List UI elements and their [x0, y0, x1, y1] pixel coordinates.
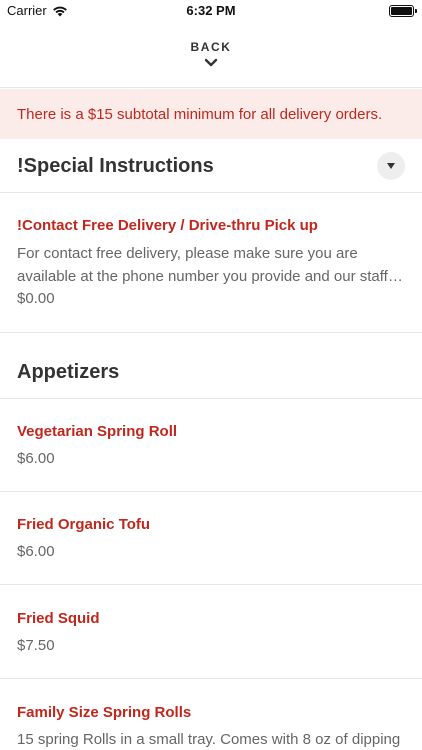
item-price: $0.00 — [17, 290, 55, 307]
section-title: Appetizers — [17, 361, 120, 383]
section-header-special-instructions[interactable]: !Special Instructions — [0, 139, 422, 193]
menu-item[interactable]: Family Size Spring Rolls 15 spring Rolls… — [0, 679, 422, 750]
item-name: Vegetarian Spring Roll — [17, 423, 178, 440]
item-price: $6.00 — [17, 450, 55, 467]
menu-item[interactable]: !Contact Free Delivery / Drive-thru Pick… — [0, 193, 422, 333]
clock: 6:32 PM — [186, 3, 236, 18]
item-description: 15 spring Rolls in a small tray. Comes w… — [17, 731, 401, 748]
item-name: Fried Squid — [17, 610, 100, 627]
caret-down-icon — [387, 163, 395, 169]
battery-icon — [389, 5, 417, 17]
status-bar: Carrier 6:32 PM — [0, 0, 422, 22]
back-button[interactable]: BACK — [0, 22, 422, 88]
item-description: For contact free delivery, please make s… — [17, 245, 388, 285]
banner-text: There is a $15 subtotal minimum for all … — [17, 105, 383, 123]
item-price: $6.00 — [17, 543, 55, 560]
delivery-minimum-banner: There is a $15 subtotal minimum for all … — [0, 89, 422, 139]
back-label: BACK — [190, 40, 232, 54]
menu-item[interactable]: Fried Squid $7.50 — [0, 585, 422, 679]
chevron-down-icon — [204, 58, 218, 67]
section-title: !Special Instructions — [17, 155, 214, 177]
item-name: !Contact Free Delivery / Drive-thru Pick… — [17, 217, 318, 234]
collapse-button[interactable] — [377, 152, 405, 180]
item-name: Family Size Spring Rolls — [17, 704, 192, 721]
section-header-appetizers: Appetizers — [0, 333, 422, 399]
item-name: Fried Organic Tofu — [17, 516, 151, 533]
menu-item[interactable]: Vegetarian Spring Roll $6.00 — [0, 399, 422, 492]
item-price: $7.50 — [17, 637, 55, 654]
menu-item[interactable]: Fried Organic Tofu $6.00 — [0, 492, 422, 585]
